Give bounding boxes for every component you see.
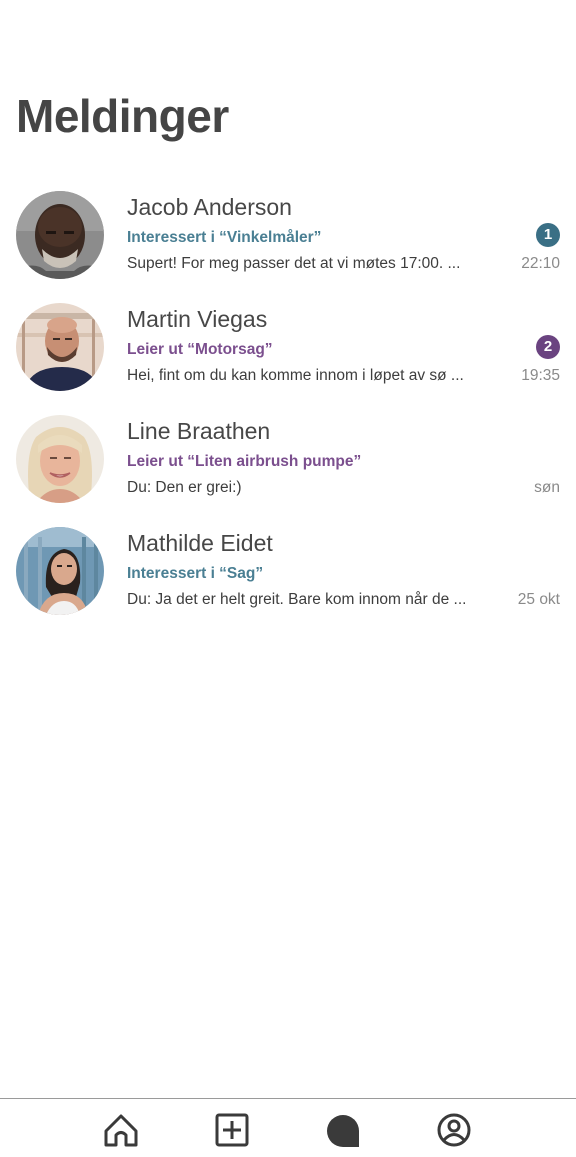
nav-messages-button[interactable] — [323, 1111, 363, 1151]
listing-topic: Leier ut “Liten airbrush pumpe” — [127, 453, 362, 470]
conversation-row-martin-viegas[interactable]: Martin Viegas Leier ut “Motorsag” 2 Hei,… — [0, 300, 576, 412]
message-time: 19:35 — [521, 367, 560, 384]
listing-topic: Leier ut “Motorsag” — [127, 341, 273, 358]
conversation-list: Jacob Anderson Interessert i “Vinkelmåle… — [0, 188, 576, 636]
contact-name: Line Braathen — [127, 418, 271, 444]
avatar — [16, 527, 104, 615]
bottom-navigation — [0, 1098, 576, 1157]
avatar — [16, 303, 104, 391]
chat-bubble-icon — [327, 1115, 359, 1147]
message-preview: Du: Den er grei:) — [127, 479, 242, 496]
page-title: Meldinger — [16, 90, 229, 142]
nav-home-button[interactable] — [101, 1111, 141, 1151]
nav-add-button[interactable] — [212, 1111, 252, 1151]
listing-topic: Interessert i “Vinkelmåler” — [127, 229, 322, 246]
avatar — [16, 415, 104, 503]
add-square-icon — [215, 1113, 249, 1147]
home-icon — [104, 1114, 138, 1147]
message-time: søn — [534, 479, 560, 496]
message-preview: Du: Ja det er helt greit. Bare kom innom… — [127, 591, 467, 608]
nav-profile-button[interactable] — [434, 1111, 474, 1151]
profile-icon — [437, 1113, 471, 1147]
conversation-row-line-braathen[interactable]: Line Braathen Leier ut “Liten airbrush p… — [0, 412, 576, 524]
unread-badge: 1 — [536, 223, 560, 247]
unread-badge: 2 — [536, 335, 560, 359]
message-preview: Hei, fint om du kan komme innom i løpet … — [127, 367, 464, 384]
listing-topic: Interessert i “Sag” — [127, 565, 264, 582]
conversation-row-jacob-anderson[interactable]: Jacob Anderson Interessert i “Vinkelmåle… — [0, 188, 576, 300]
contact-name: Mathilde Eidet — [127, 530, 273, 556]
contact-name: Jacob Anderson — [127, 194, 292, 220]
message-preview: Supert! For meg passer det at vi møtes 1… — [127, 255, 461, 272]
contact-name: Martin Viegas — [127, 306, 268, 332]
conversation-row-mathilde-eidet[interactable]: Mathilde Eidet Interessert i “Sag” Du: J… — [0, 524, 576, 636]
avatar — [16, 191, 104, 279]
message-time: 22:10 — [521, 255, 560, 272]
message-time: 25 okt — [517, 591, 560, 608]
